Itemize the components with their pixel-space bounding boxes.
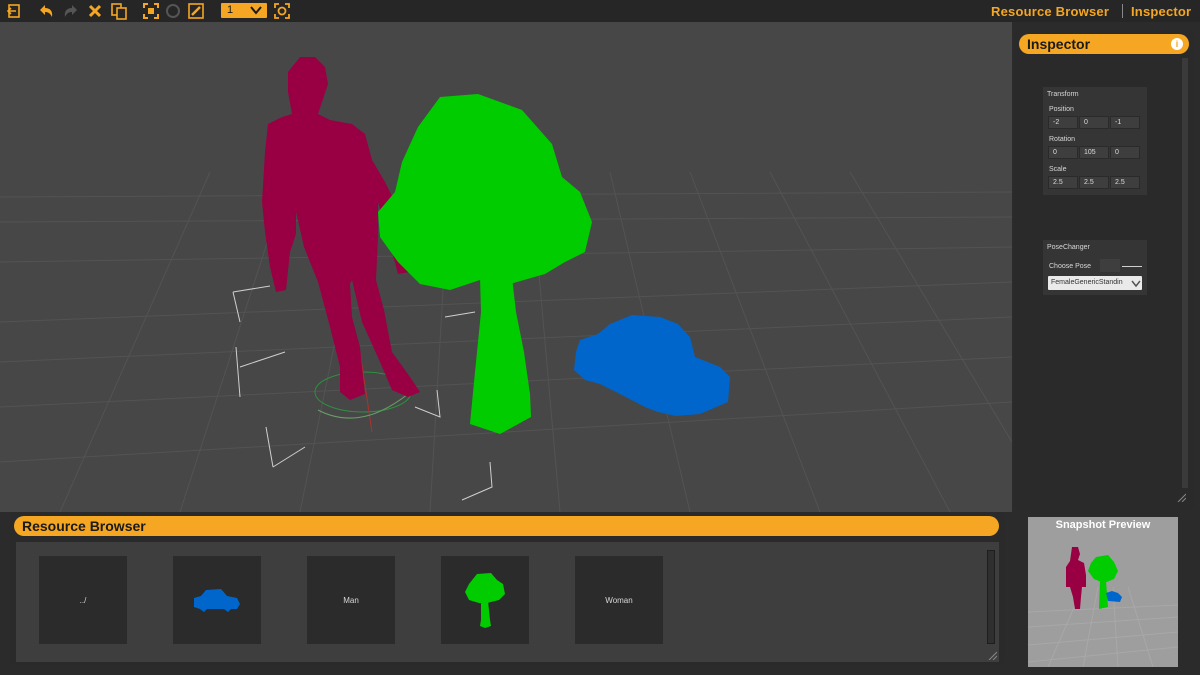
screenshot-icon[interactable] [273, 2, 291, 20]
scale-z-field[interactable]: 2.5 [1110, 176, 1140, 189]
scale-x-field[interactable]: 2.5 [1048, 176, 1078, 189]
exit-icon[interactable] [5, 2, 23, 20]
resource-browser-link[interactable]: Resource Browser [991, 4, 1109, 19]
layer-select-value: 1 [227, 4, 234, 16]
duplicate-icon[interactable] [110, 2, 128, 20]
pose-changer-section: PoseChanger Choose Pose FemaleGenericSta… [1043, 240, 1147, 295]
resource-browser-header: Resource Browser [14, 516, 999, 536]
delete-icon[interactable] [86, 2, 104, 20]
car-thumbnail-icon [194, 589, 240, 612]
snapshot-title: Snapshot Preview [1055, 519, 1151, 531]
position-x-field[interactable]: -2 [1048, 116, 1078, 129]
scene-canvas [0, 57, 1012, 512]
record-icon[interactable] [164, 2, 182, 20]
resource-browser-title: Resource Browser [22, 518, 146, 534]
tree-thumbnail-icon [465, 573, 505, 628]
layer-select[interactable]: 1 [221, 3, 267, 18]
resize-grip-icon[interactable] [987, 650, 997, 660]
tile-label: Man [343, 596, 359, 605]
rotation-z-field[interactable]: 0 [1110, 146, 1140, 159]
resource-scrollbar[interactable] [987, 550, 995, 644]
rotation-label: Rotation [1049, 136, 1076, 143]
edit-icon[interactable] [187, 2, 205, 20]
snapshot-image [1028, 547, 1178, 667]
inspector-scrollbar[interactable] [1182, 58, 1188, 488]
resource-tile-car[interactable] [173, 556, 261, 644]
inspector-header: Inspector i [1019, 34, 1189, 54]
position-y-field[interactable]: 0 [1079, 116, 1109, 129]
pose-dropdown-value: FemaleGenericStandin [1051, 279, 1123, 286]
top-toolbar: 1 Resource Browser Inspector [0, 0, 1200, 22]
resource-scrollbar-thumb[interactable] [988, 551, 994, 643]
pose-dropdown[interactable]: FemaleGenericStandin [1048, 276, 1142, 290]
chevron-down-icon [1131, 278, 1141, 288]
inspector-panel: Inspector i Transform Position -2 0 -1 R… [1014, 30, 1194, 510]
inspector-link[interactable]: Inspector [1131, 4, 1191, 19]
resource-tile-folder-up[interactable]: ../ [39, 556, 127, 644]
undo-icon[interactable] [37, 2, 55, 20]
resize-grip-icon[interactable] [1176, 492, 1186, 502]
scale-label: Scale [1049, 166, 1067, 173]
pose-preview-field [1100, 259, 1120, 272]
tile-label: Woman [605, 596, 633, 605]
resource-tile-tree[interactable] [441, 556, 529, 644]
resource-tile-man[interactable]: Man [307, 556, 395, 644]
inspector-title: Inspector [1027, 36, 1091, 52]
chevron-down-icon [250, 6, 262, 15]
scene-viewport[interactable] [0, 22, 1012, 512]
tile-label: ../ [79, 596, 87, 605]
pose-changer-title: PoseChanger [1047, 244, 1090, 251]
position-z-field[interactable]: -1 [1110, 116, 1140, 129]
rotation-x-field[interactable]: 0 [1048, 146, 1078, 159]
resource-tile-woman[interactable]: Woman [575, 556, 663, 644]
snapshot-preview: Snapshot Preview [1028, 517, 1178, 667]
choose-pose-label: Choose Pose [1049, 263, 1092, 270]
transform-title: Transform [1047, 91, 1079, 98]
fit-view-icon[interactable] [142, 2, 160, 20]
scale-y-field[interactable]: 2.5 [1079, 176, 1109, 189]
toolbar-divider [1122, 4, 1123, 18]
resource-grid: ../ Man Woman [16, 542, 999, 662]
transform-section: Transform Position -2 0 -1 Rotation 0 10… [1043, 87, 1147, 195]
redo-icon[interactable] [62, 2, 80, 20]
resource-browser-panel: Resource Browser ../ Man Woman [10, 512, 1005, 665]
rotation-y-field[interactable]: 105 [1079, 146, 1109, 159]
position-label: Position [1049, 106, 1074, 113]
info-icon[interactable]: i [1171, 38, 1183, 50]
pose-line [1122, 266, 1142, 267]
